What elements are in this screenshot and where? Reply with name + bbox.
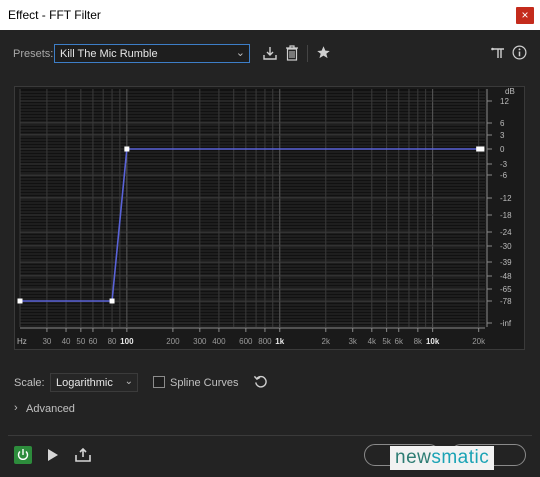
hz-tick-label: 1k [275,337,284,346]
reset-icon[interactable] [253,374,268,389]
title-bar: Effect - FFT Filter × [0,0,540,30]
hz-tick-label: 30 [42,337,51,346]
scale-value: Logarithmic [56,377,113,389]
db-tick-label: -48 [500,272,512,281]
scale-label: Scale: [14,377,45,389]
power-icon [17,449,29,460]
hz-tick-label: 200 [166,337,180,346]
footer-divider [8,435,532,436]
spline-curves-checkbox[interactable] [153,376,165,388]
hz-tick-label: 80 [108,337,117,346]
hz-tick-label: 5k [382,337,391,346]
hz-tick-label: 600 [239,337,253,346]
watermark-logo: newsmatic [390,446,495,470]
chevron-down-icon: ⌄ [235,47,245,59]
db-tick-label: 3 [500,131,505,140]
hz-tick-label: 40 [62,337,71,346]
db-tick-label: -65 [500,285,512,294]
db-tick-label: -30 [500,242,512,251]
toolbar-separator [307,45,308,62]
hz-tick-label: 6k [395,337,404,346]
db-tick-label: 6 [500,119,505,128]
hz-tick-label: 800 [258,337,272,346]
db-tick-label: -24 [500,228,512,237]
db-unit-label: dB [505,87,515,96]
window-title: Effect - FFT Filter [8,8,101,22]
advanced-toggle[interactable]: Advanced [26,403,75,415]
routing-icon[interactable] [491,46,505,60]
hz-tick-label: 10k [426,337,440,346]
hz-tick-label: 60 [88,337,97,346]
db-tick-label: -3 [500,160,508,169]
curve-control-point[interactable] [109,298,115,304]
db-tick-label: 0 [500,145,505,154]
curve-control-point[interactable] [124,146,130,152]
chevron-down-icon: ⌄ [124,376,133,387]
curve-control-point[interactable] [17,298,23,304]
frequency-graph[interactable]: dB 12 6 3 0 -3 -6 -12 -18 -24 -30 -39 -48 -65 -78 -inf H… [14,86,525,350]
watermark-part-b: smatic [431,447,490,468]
hz-tick-label: 400 [212,337,226,346]
hz-tick-label: 100 [120,337,134,346]
play-icon[interactable] [46,448,59,462]
scale-dropdown[interactable]: Logarithmic ⌄ [50,373,138,392]
hz-tick-label: 20k [472,337,486,346]
watermark-part-a: new [395,447,432,468]
hz-tick-label: 8k [414,337,423,346]
presets-label: Presets: [13,48,54,60]
download-preset-icon[interactable] [262,45,278,61]
db-tick-label: -39 [500,258,512,267]
spline-curves-label: Spline Curves [170,377,239,389]
db-tick-label: -18 [500,211,512,220]
db-tick-label: -inf [500,319,512,328]
trash-icon[interactable] [285,45,299,61]
star-icon[interactable] [316,45,331,60]
info-icon[interactable] [512,45,527,60]
hz-tick-label: 2k [322,337,331,346]
presets-dropdown[interactable]: Kill The Mic Rumble ⌄ [54,44,250,63]
preset-value: Kill The Mic Rumble [60,48,158,60]
hz-tick-label: 50 [76,337,85,346]
close-window-button[interactable]: × [516,7,534,24]
chevron-right-icon[interactable]: › [14,402,18,414]
hz-unit-label: Hz [17,337,27,346]
hz-tick-label: 3k [348,337,357,346]
export-icon[interactable] [74,447,92,463]
curve-control-point[interactable] [479,146,485,152]
hz-tick-label: 300 [193,337,207,346]
frequency-graph-svg[interactable]: dB12630-3-6-12-18-24-30-39-48-65-78-infH… [15,87,526,351]
hz-tick-label: 4k [368,337,377,346]
db-tick-label: -12 [500,194,512,203]
power-toggle-button[interactable] [14,446,32,464]
db-tick-label: -6 [500,171,508,180]
db-tick-label: 12 [500,97,509,106]
db-tick-label: -78 [500,297,512,306]
